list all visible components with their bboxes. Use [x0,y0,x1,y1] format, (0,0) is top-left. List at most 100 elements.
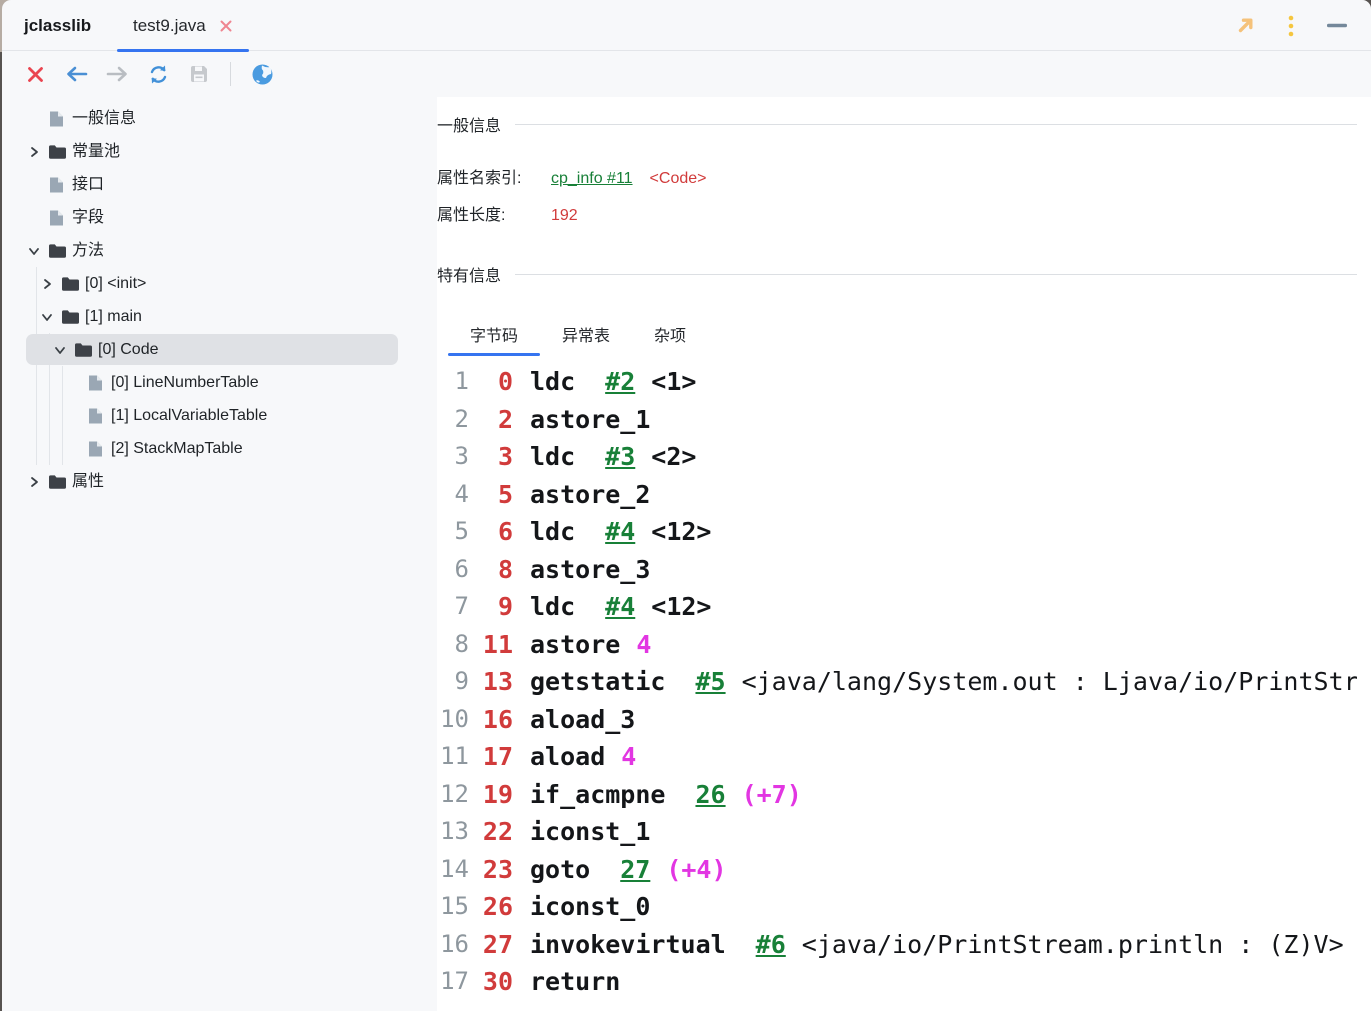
external-link-icon[interactable] [1236,16,1255,35]
chevron-right-icon[interactable] [28,146,40,158]
bytecode-opcode: getstatic [530,667,665,696]
bytecode-row: 1423goto27(+4) [437,851,1357,889]
bytecode-branch-link[interactable]: 26 [695,780,725,809]
minimize-icon[interactable] [1327,23,1347,28]
general-info-fields: 属性名索引: cp_info #11 <Code> 属性长度: 192 [437,168,1357,227]
bytecode-offset: 26 [469,888,513,926]
refresh-icon[interactable] [146,62,170,86]
tab-bytecode[interactable]: 字节码 [448,322,540,356]
bytecode-offset: 30 [469,963,513,1001]
close-icon[interactable] [23,62,47,86]
bytecode-operand-value: <2> [651,442,696,471]
tree-item-local-variable-table[interactable]: [1] LocalVariableTable [2,399,437,432]
tree-item-label: 方法 [72,234,104,267]
tab-misc[interactable]: 杂项 [632,322,708,356]
tree-item-label: [1] main [85,300,142,333]
tree-item-label: [0] <init> [85,267,146,300]
bytecode-line-number: 12 [437,776,469,814]
tree-item-attributes[interactable]: 属性 [2,465,437,498]
tree-item-line-number-table[interactable]: [0] LineNumberTable [2,366,437,399]
file-tab[interactable]: test9.java [117,0,249,51]
bytecode-branch-offset: (+7) [742,780,802,809]
chevron-down-icon[interactable] [28,245,40,257]
section-title: 一般信息 [437,112,501,136]
attribute-length-value: 192 [551,205,578,227]
forward-arrow-icon[interactable] [105,62,129,86]
bytecode-offset: 9 [469,588,513,626]
tree-item-general-info[interactable]: 一般信息 [2,102,437,135]
tab-close-icon[interactable] [219,19,233,33]
tree-item-label: 接口 [72,168,104,201]
chevron-down-icon[interactable] [54,344,66,356]
toolbar [2,51,1371,97]
folder-icon [49,475,66,489]
file-tab-label: test9.java [133,16,206,36]
bytecode-offset: 8 [469,551,513,589]
bytecode-opcode: ldc [530,442,575,471]
tree-item-constant-pool[interactable]: 常量池 [2,135,437,168]
tree-item-stack-map-table[interactable]: [2] StackMapTable [2,432,437,465]
bytecode-row: 45astore_2 [437,476,1357,514]
bytecode-offset: 2 [469,401,513,439]
bytecode-row: 33ldc#3<2> [437,438,1357,476]
bytecode-instruction: getstatic #5 <java/lang/System.out : Ljava… [513,663,1357,701]
bytecode-constant-link[interactable]: #2 [605,367,635,396]
web-icon[interactable] [250,62,274,86]
bytecode-line-number: 8 [437,626,469,664]
bytecode-branch-link[interactable]: 27 [620,855,650,884]
attribute-name-index-row: 属性名索引: cp_info #11 <Code> [437,168,1357,190]
bytecode-descriptor: <java/io/PrintStream.println : (Z)V> [802,930,1344,959]
bytecode-row: 1219 if_acmpne 26 (+7) [437,776,1357,814]
bytecode-instruction: ldc#2<1> [513,363,696,401]
section-title: 特有信息 [437,262,501,286]
tree-item-interfaces[interactable]: 接口 [2,168,437,201]
bytecode-instruction: aload_3 [513,701,635,739]
tree-item-fields[interactable]: 字段 [2,201,437,234]
bytecode-offset: 0 [469,363,513,401]
bytecode-offset: 6 [469,513,513,551]
bytecode-offset: 27 [469,926,513,964]
bytecode-opcode: goto [530,855,590,884]
tab-exception-table[interactable]: 异常表 [540,322,632,356]
bytecode-opcode: invokevirtual [530,930,726,959]
bytecode-row: 56ldc#4<12> [437,513,1357,551]
bytecode-constant-link[interactable]: #5 [695,667,725,696]
tree-item-method-1-main[interactable]: [1] main [2,300,437,333]
kebab-menu-icon[interactable] [1288,15,1294,37]
file-icon [49,209,64,226]
file-icon [49,176,64,193]
bytecode-operand-value: <12> [651,592,711,621]
bytecode-constant-link[interactable]: #4 [605,592,635,621]
bytecode-instruction: iconst_0 [513,888,650,926]
bytecode-constant-link[interactable]: #6 [756,930,786,959]
tree-item-label: [0] LineNumberTable [111,366,259,399]
chevron-down-icon[interactable] [41,311,53,323]
bytecode-opcode: aload_3 [530,705,635,734]
bytecode-instruction: ldc #3 <2> [513,438,696,476]
bytecode-constant-link[interactable]: #3 [605,442,635,471]
tree-item-code[interactable]: [0] Code [2,333,437,366]
tree: 一般信息常量池接口字段方法[0] <init>[1] main[0] Code[… [2,102,437,498]
bytecode-opcode: if_acmpne [530,780,665,809]
bytecode-offset: 19 [469,776,513,814]
attribute-length-row: 属性长度: 192 [437,205,1357,227]
bytecode-opcode: return [530,967,620,996]
tree-item-methods[interactable]: 方法 [2,234,437,267]
bytecode-opcode: astore [530,630,620,659]
bytecode-row: 68astore_3 [437,551,1357,589]
bytecode-row: 913getstatic#5<java/lang/System.out : Lj… [437,663,1357,701]
bytecode-instruction: astore4 [513,626,651,664]
chevron-right-icon[interactable] [41,278,53,290]
bytecode-descriptor: <java/lang/System.out : Ljava/io/PrintSt… [742,667,1357,696]
bytecode-operand-immediate: 4 [621,742,636,771]
bytecode-constant-link[interactable]: #4 [605,517,635,546]
back-arrow-icon[interactable] [64,62,88,86]
bytecode-row: 1627invokevirtual#6<java/io/PrintStream.… [437,926,1357,964]
bytecode-branch-offset: (+4) [666,855,726,884]
bytecode-offset: 23 [469,851,513,889]
constant-pool-link[interactable]: cp_info #11 [551,168,633,190]
bytecode-instruction: return [513,963,620,1001]
chevron-right-icon[interactable] [28,476,40,488]
bytecode-operand-value: <1> [651,367,696,396]
tree-item-method-0-init[interactable]: [0] <init> [2,267,437,300]
